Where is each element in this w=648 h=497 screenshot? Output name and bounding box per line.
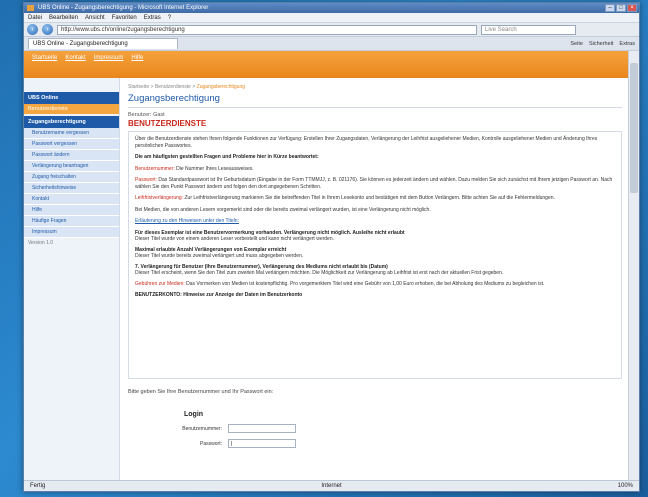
title-bar: UBS Online - Zugangsberechtigung - Micro… [24, 3, 639, 13]
command-tools[interactable]: Extras [619, 39, 635, 49]
panel-fade [129, 362, 621, 378]
command-page[interactable]: Seite [570, 39, 583, 49]
faq-answer: Dieser Titel wurde von einem anderen Les… [135, 235, 334, 242]
faq-link-wrap: Erläuterung zu den Hinweisen unter den T… [135, 218, 615, 225]
faq-answer: Dieser Titel wurde bereits zweimal verlä… [135, 252, 304, 259]
info-label: Gebühren zur Medien: [135, 280, 185, 287]
maximize-icon[interactable]: □ [616, 4, 626, 12]
minimize-icon[interactable]: – [605, 4, 615, 12]
user-line: Benutzer: Gast [128, 112, 165, 118]
topnav-help[interactable]: Hilfe [131, 55, 143, 61]
info-panel: Über die Benutzerdienste stehen Ihnen fo… [128, 131, 622, 379]
address-bar: ‹ › http://www.ubs.ch/online/zugangsbere… [24, 23, 639, 37]
topnav-home[interactable]: Startseite [32, 55, 57, 61]
browser-window: UBS Online - Zugangsberechtigung - Micro… [23, 2, 640, 492]
zoom-level[interactable]: 100% [618, 481, 633, 491]
tab-bar: UBS Online - Zugangsberechtigung Seite S… [24, 37, 639, 51]
browser-icon [27, 5, 34, 11]
sidebar-header: UBS Online [24, 92, 119, 104]
info-text: Das Vormerken von Medien ist kostenpflic… [186, 280, 545, 287]
status-zone: Internet [321, 483, 342, 489]
sidebar-footer: Version 1.0 [28, 240, 54, 246]
menu-view[interactable]: Ansicht [85, 13, 105, 22]
info-text: Das Standardpasswort ist Ihr Geburtsdatu… [135, 177, 613, 190]
login-title: Login [184, 411, 204, 418]
sidebar-section-header: Zugangsberechtigung [24, 116, 119, 128]
faq-item: 7. Verlängerung für Benutzer (Ihre Benut… [135, 264, 615, 276]
user-number-label: Benutzernummer: [182, 425, 222, 432]
section-title: BENUTZERDIENSTE [128, 119, 207, 128]
scrollbar-thumb[interactable] [630, 63, 638, 193]
sidebar-item[interactable]: Benutzername vergessen [24, 128, 119, 139]
breadcrumb-path[interactable]: Startseite > Benutzerdienste > [128, 84, 195, 90]
info-user-number: Benutzernummer: Die Nummer Ihres Leseaus… [135, 166, 615, 173]
sidebar: UBS Online Benutzerdienste Zugangsberech… [24, 78, 120, 482]
sidebar-item[interactable]: Passwort vergessen [24, 139, 119, 150]
breadcrumb-current: Zugangsberechtigung [196, 84, 246, 90]
sidebar-item[interactable]: Zugang freischalten [24, 172, 119, 183]
info-label: Passwort: [135, 177, 157, 183]
vertical-scrollbar[interactable] [628, 51, 639, 482]
back-icon[interactable]: ‹ [27, 24, 38, 35]
menu-edit[interactable]: Bearbeiten [49, 13, 78, 22]
status-bar: Fertig Internet 100% [24, 480, 639, 491]
tab-active[interactable]: UBS Online - Zugangsberechtigung [28, 38, 178, 49]
site-header: Startseite Kontakt Impressum Hilfe [24, 51, 630, 78]
menu-bar: Datei Bearbeiten Ansicht Favoriten Extra… [24, 13, 639, 23]
faq-item: Für dieses Exemplar ist eine Benutzervor… [135, 230, 615, 242]
info-label: Benutzernummer: [135, 165, 175, 172]
menu-tools[interactable]: Extras [144, 13, 161, 22]
status-text: Fertig [30, 483, 46, 489]
window-controls: – □ × [605, 4, 637, 12]
main-content: Startseite > Benutzerdienste > Zugangsbe… [120, 78, 630, 482]
info-renewal: Leihfristverlängerung: Zur Leihfristverl… [135, 195, 615, 202]
sidebar-item[interactable]: Sicherheitshinweise [24, 183, 119, 194]
page-title: Zugangsberechtigung [128, 93, 622, 108]
faq-intro: Die am häufigsten gestellten Fragen und … [135, 154, 319, 160]
info-text: Zur Leihfristverlängerung markieren Sie … [184, 195, 555, 201]
sidebar-item[interactable]: Verlängerung beantragen [24, 161, 119, 172]
forward-icon[interactable]: › [42, 24, 53, 35]
password-row: Passwort: [168, 439, 622, 448]
sidebar-item[interactable]: Passwort ändern [24, 150, 119, 161]
command-bar: Seite Sicherheit Extras [570, 39, 635, 49]
menu-file[interactable]: Datei [28, 13, 42, 22]
sidebar-item-active[interactable]: Benutzerdienste [24, 104, 119, 114]
search-input[interactable]: Live Search [481, 24, 576, 35]
sidebar-item[interactable]: Impressum [24, 227, 119, 238]
info-fees: Gebühren zur Medien: Das Vormerken von M… [135, 281, 615, 288]
menu-help[interactable]: ? [168, 13, 171, 22]
faq-answer: Dieser Titel erscheint, wenn Sie den Tit… [135, 269, 504, 276]
info-text: Die Nummer Ihres Leseausweises. [176, 165, 254, 172]
topnav-contact[interactable]: Kontakt [65, 55, 85, 61]
info-password: Passwort: Das Standardpasswort ist Ihr G… [135, 177, 615, 190]
sidebar-item[interactable]: Hilfe [24, 205, 119, 216]
password-label: Passwort: [200, 440, 222, 447]
sidebar-item[interactable]: Häufige Fragen [24, 216, 119, 227]
info-truncated: BENUTZERKONTO: Hinweise zur Anzeige der … [135, 292, 303, 298]
top-nav: Startseite Kontakt Impressum Hilfe [32, 55, 143, 61]
topnav-imprint[interactable]: Impressum [94, 55, 124, 61]
sidebar-item[interactable]: Kontakt [24, 194, 119, 205]
menu-favorites[interactable]: Favoriten [112, 13, 137, 22]
command-security[interactable]: Sicherheit [589, 39, 613, 49]
info-note: Bei Medien, die von anderen Lesern vorge… [135, 206, 431, 213]
window-title: UBS Online - Zugangsberechtigung - Micro… [38, 5, 209, 11]
faq-link[interactable]: Erläuterung zu den Hinweisen unter den T… [135, 218, 239, 224]
user-number-row: Benutzernummer: [168, 424, 622, 433]
password-input[interactable] [228, 439, 296, 448]
close-icon[interactable]: × [627, 4, 637, 12]
info-label: Leihfristverlängerung: [135, 195, 184, 201]
url-input[interactable]: http://www.ubs.ch/online/zugangsberechti… [57, 24, 477, 35]
login-hint: Bitte geben Sie Ihre Benutzernummer und … [128, 389, 274, 395]
user-number-input[interactable] [228, 424, 296, 433]
faq-item: Maximal erlaubte Anzahl Verlängerungen v… [135, 247, 615, 259]
intro-text: Über die Benutzerdienste stehen Ihnen fo… [135, 136, 598, 149]
page-viewport: Startseite Kontakt Impressum Hilfe UBS O… [24, 51, 630, 482]
breadcrumb: Startseite > Benutzerdienste > Zugangsbe… [128, 84, 622, 90]
